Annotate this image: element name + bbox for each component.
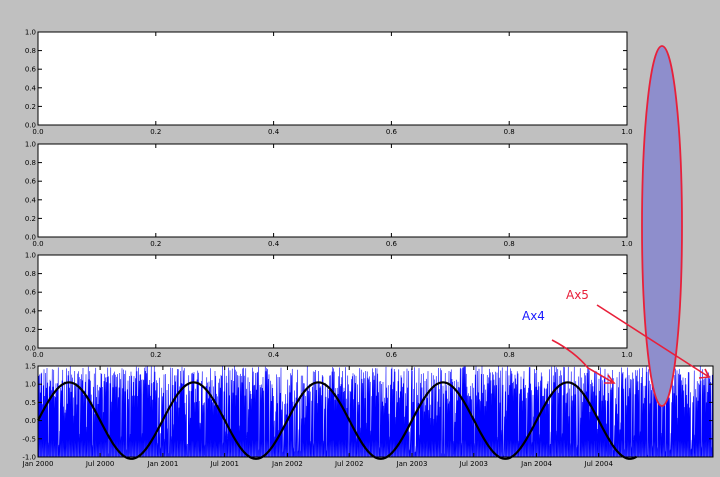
y-tick-label: 0.0	[25, 345, 36, 353]
x-tick-label: 0.6	[386, 351, 398, 359]
x-tick-label: 0.2	[150, 351, 161, 359]
y-tick-label: 0.8	[25, 159, 36, 167]
y-tick-label: -1.0	[22, 454, 36, 462]
axes-background	[38, 255, 627, 348]
y-tick-label: 0.0	[25, 417, 36, 425]
ax5-ellipse	[641, 45, 683, 407]
ax4-label: Ax4	[522, 309, 545, 323]
axes-background	[38, 32, 627, 125]
y-tick-label: -0.5	[22, 435, 36, 443]
x-tick-label: Jan 2003	[396, 460, 428, 468]
ax5-label: Ax5	[566, 288, 589, 302]
y-tick-label: 0.6	[25, 178, 37, 186]
y-tick-label: 0.6	[25, 289, 37, 297]
x-tick-label: 0.8	[504, 351, 515, 359]
y-tick-label: 0.2	[25, 215, 36, 223]
x-tick-label: Jul 2004	[583, 460, 613, 468]
x-tick-label: Jul 2003	[459, 460, 489, 468]
x-tick-label: Jul 2001	[209, 460, 239, 468]
y-tick-label: 0.4	[25, 196, 37, 204]
x-tick-label: 0.6	[386, 128, 398, 136]
y-tick-label: 0.6	[25, 66, 37, 74]
y-tick-label: 0.8	[25, 270, 36, 278]
axes-panel-1: 0.0 0.2 0.4 0.6 0.8 1.00.00.20.40.60.81.0	[25, 29, 633, 137]
y-tick-label: 0.0	[25, 234, 36, 242]
x-tick-label: 0.8	[504, 128, 515, 136]
x-tick-label: Jan 2004	[520, 460, 552, 468]
y-tick-label: 0.0	[25, 122, 36, 130]
y-tick-label: 1.5	[25, 363, 36, 371]
axes-panel-2: 0.0 0.2 0.4 0.6 0.8 1.00.00.20.40.60.81.0	[25, 141, 633, 249]
x-tick-label: 0.4	[268, 240, 280, 248]
y-tick-label: 0.8	[25, 47, 36, 55]
x-tick-label: 0.4	[268, 351, 280, 359]
y-tick-label: 0.4	[25, 84, 37, 92]
axes-panels: 0.0 0.2 0.4 0.6 0.8 1.0 0.0 0.2 0.4 0.6 0.8 1.0 0.0 0…	[22, 29, 714, 468]
x-tick-label: 0.6	[386, 240, 398, 248]
x-tick-label: 1.0	[621, 351, 632, 359]
x-tick-label: 1.0	[621, 240, 632, 248]
x-tick-label: 1.0	[621, 128, 632, 136]
y-tick-label: 0.2	[25, 103, 36, 111]
y-tick-label: 0.2	[25, 326, 36, 334]
x-tick-label: Jan 2001	[146, 460, 178, 468]
axes-panel-4: Jan 2000 Jul 2000 Jan 2001 Jul 2001 Jan 2002…	[22, 363, 714, 468]
y-tick-label: 1.0	[25, 381, 36, 389]
y-tick-label: 1.0	[25, 29, 36, 37]
x-tick-label: Jul 2000	[85, 460, 115, 468]
x-tick-label: 0.2	[150, 240, 161, 248]
x-tick-label: 0.4	[268, 128, 280, 136]
figure: 0.0 0.2 0.4 0.6 0.8 1.0 0.0 0.2 0.4 0.6 0.8 1.0 0.0 0…	[0, 0, 720, 477]
x-tick-label: 0.2	[150, 128, 161, 136]
axes-panel-3: 0.0 0.2 0.4 0.6 0.8 1.00.00.20.40.60.81.0	[25, 252, 633, 360]
y-tick-label: 0.5	[25, 399, 36, 407]
x-tick-label: 0.8	[504, 240, 515, 248]
y-tick-label: 1.0	[25, 141, 36, 149]
y-tick-label: 1.0	[25, 252, 36, 260]
axes-background	[38, 144, 627, 237]
y-tick-label: 0.4	[25, 307, 37, 315]
x-tick-label: Jan 2002	[271, 460, 303, 468]
x-tick-label: Jul 2002	[334, 460, 364, 468]
